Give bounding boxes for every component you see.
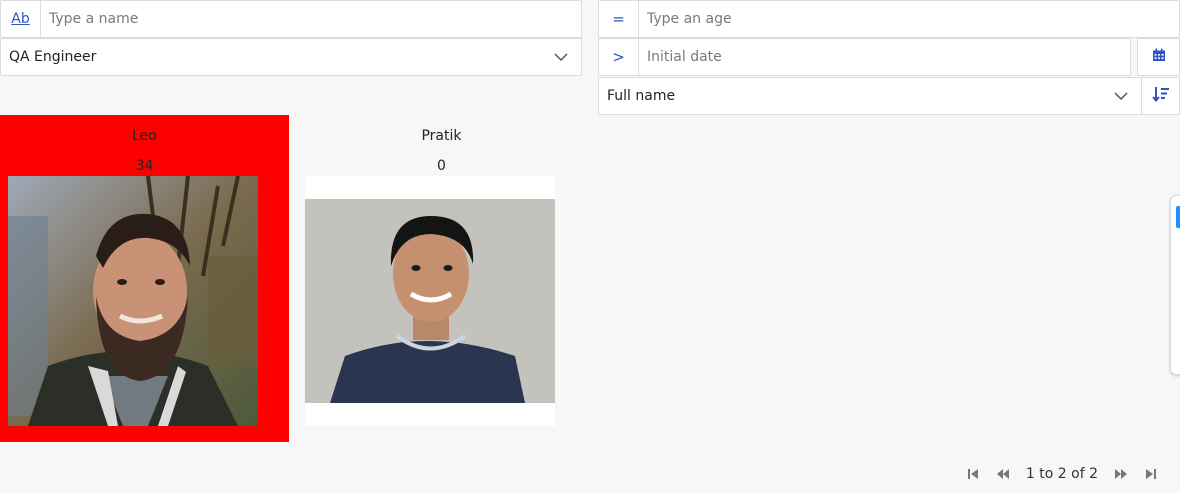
next-page-icon <box>1115 469 1127 479</box>
person-age: 0 <box>437 158 446 174</box>
date-input[interactable] <box>639 39 1130 75</box>
sort-select[interactable]: Full name <box>598 77 1142 115</box>
person-name: Leo <box>132 128 157 144</box>
chevron-down-icon <box>1101 78 1141 114</box>
name-filter: Ab <box>0 0 582 38</box>
pagination-label: 1 to 2 of 2 <box>1025 466 1098 482</box>
equals-operator-button[interactable]: = <box>599 1 639 37</box>
sort-descending-icon <box>1151 86 1170 106</box>
date-filter: > <box>598 38 1131 76</box>
person-photo <box>305 176 555 426</box>
role-select-value: QA Engineer <box>9 49 97 65</box>
name-input[interactable] <box>41 1 581 37</box>
text-match-icon[interactable]: Ab <box>1 1 41 37</box>
last-page-icon <box>1146 469 1156 479</box>
role-select[interactable]: QA Engineer <box>0 38 582 76</box>
equals-operator-label: = <box>612 10 625 28</box>
panel-icon <box>1176 206 1180 228</box>
person-card[interactable]: Pratik 0 <box>297 115 586 442</box>
person-card[interactable]: Leo 34 <box>0 115 289 442</box>
pagination: 1 to 2 of 2 <box>962 462 1162 486</box>
previous-page-icon <box>996 469 1009 479</box>
calendar-icon <box>1152 48 1166 66</box>
previous-page-button[interactable] <box>992 463 1014 485</box>
first-page-icon <box>967 469 978 479</box>
greater-than-operator-label: > <box>612 48 625 66</box>
greater-than-operator-button[interactable]: > <box>599 39 639 75</box>
age-input[interactable] <box>639 1 1179 37</box>
side-panel-toggle[interactable] <box>1170 195 1180 375</box>
person-name: Pratik <box>421 128 462 144</box>
text-match-label: Ab <box>11 11 30 27</box>
chevron-down-icon <box>541 39 581 75</box>
next-page-button[interactable] <box>1110 463 1132 485</box>
person-photo <box>8 176 258 426</box>
last-page-button[interactable] <box>1140 463 1162 485</box>
sort-direction-button[interactable] <box>1141 77 1180 115</box>
first-page-button[interactable] <box>962 463 984 485</box>
age-filter: = <box>598 0 1180 38</box>
person-age: 34 <box>135 158 154 174</box>
calendar-button[interactable] <box>1137 38 1180 76</box>
sort-select-value: Full name <box>607 88 676 104</box>
